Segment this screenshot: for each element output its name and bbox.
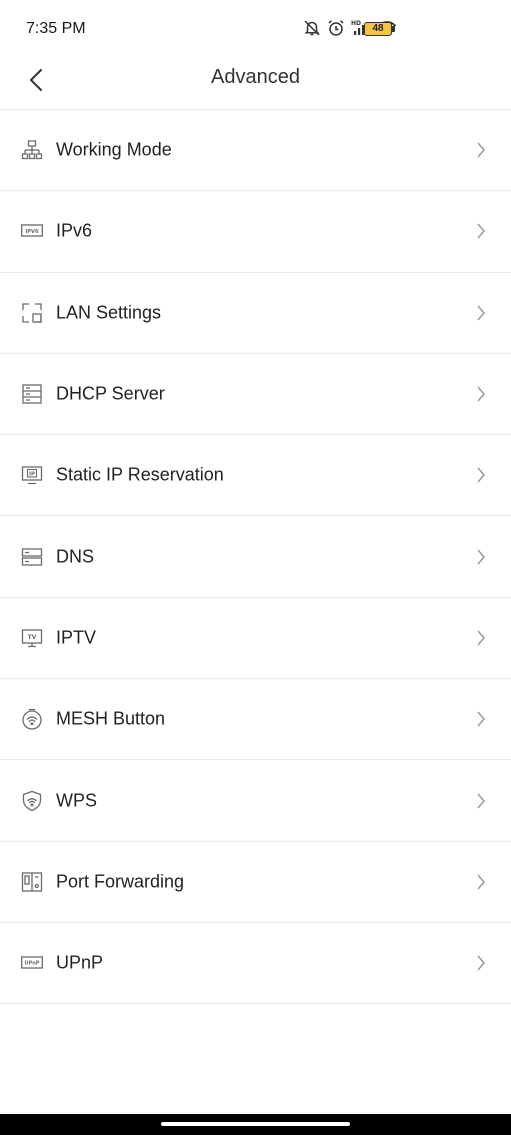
status-time: 7:35 PM	[26, 20, 86, 37]
shield-wifi-icon	[21, 790, 43, 812]
ipv6-icon: IPV6	[21, 220, 43, 242]
menu-item-dns[interactable]: DNS	[0, 516, 511, 598]
chevron-right-icon	[477, 630, 485, 646]
port-forwarding-icon	[21, 871, 43, 893]
alarm-icon	[327, 19, 345, 37]
chevron-right-icon	[477, 305, 485, 321]
ip-icon-text: IP	[29, 472, 35, 478]
menu-item-label: Working Mode	[56, 139, 172, 160]
chevron-right-icon	[477, 549, 485, 565]
chevron-right-icon	[477, 793, 485, 809]
upnp-icon: UPnP	[21, 952, 43, 974]
mesh-wifi-icon	[21, 708, 43, 730]
menu-item-label: WPS	[56, 790, 98, 811]
chevron-right-icon	[477, 386, 485, 402]
battery-icon: 48	[364, 22, 392, 36]
menu-item-lan-settings[interactable]: LAN Settings	[0, 273, 511, 354]
bell-off-icon	[303, 19, 321, 37]
battery-cap	[392, 26, 395, 32]
tv-icon-text: TV	[28, 634, 37, 641]
menu-item-working-mode[interactable]: Working Mode	[0, 110, 511, 192]
menu-item-dhcp-server[interactable]: DHCP Server	[0, 354, 511, 436]
chevron-right-icon	[477, 955, 485, 971]
chevron-right-icon	[477, 467, 485, 483]
svg-text:HD: HD	[351, 20, 361, 27]
network-topology-icon	[21, 139, 43, 161]
chevron-right-icon	[477, 711, 485, 727]
menu-item-label: Static IP Reservation	[56, 464, 224, 485]
server-icon	[21, 383, 43, 405]
menu-item-static-ip-reservation[interactable]: IP Static IP Reservation	[0, 435, 511, 517]
menu-item-mesh-button[interactable]: MESH Button	[0, 679, 511, 761]
battery-level: 48	[372, 23, 384, 34]
menu-item-label: IPTV	[56, 627, 97, 648]
system-nav-bar	[0, 1114, 511, 1135]
page-title: Advanced	[211, 66, 300, 88]
advanced-menu-list: Working Mode IPV6 IPv6 LAN Settings DHCP…	[0, 110, 511, 1005]
header: Advanced	[0, 60, 511, 110]
menu-item-ipv6[interactable]: IPV6 IPv6	[0, 191, 511, 273]
tv-icon: TV	[21, 627, 43, 649]
menu-item-label: IPv6	[56, 220, 93, 241]
lan-icon	[21, 302, 43, 324]
home-indicator[interactable]	[161, 1122, 350, 1126]
ip-monitor-icon: IP	[21, 464, 43, 486]
menu-item-wps[interactable]: WPS	[0, 760, 511, 842]
menu-item-label: MESH Button	[56, 708, 166, 729]
chevron-right-icon	[477, 142, 485, 158]
menu-item-upnp[interactable]: UPnP UPnP	[0, 923, 511, 1005]
menu-item-port-forwarding[interactable]: Port Forwarding	[0, 842, 511, 923]
menu-item-label: Port Forwarding	[56, 871, 185, 892]
menu-item-label: LAN Settings	[56, 302, 162, 323]
menu-item-label: UPnP	[56, 952, 104, 973]
dns-server-icon	[21, 546, 43, 568]
chevron-right-icon	[477, 874, 485, 890]
menu-item-iptv[interactable]: TV IPTV	[0, 598, 511, 680]
menu-item-label: DHCP Server	[56, 383, 165, 404]
upnp-icon-text: UPnP	[25, 961, 40, 967]
status-bar: 7:35 PM HD 48	[0, 0, 511, 60]
ipv6-icon-text: IPV6	[25, 229, 39, 235]
chevron-right-icon	[477, 223, 485, 239]
menu-item-label: DNS	[56, 546, 95, 567]
